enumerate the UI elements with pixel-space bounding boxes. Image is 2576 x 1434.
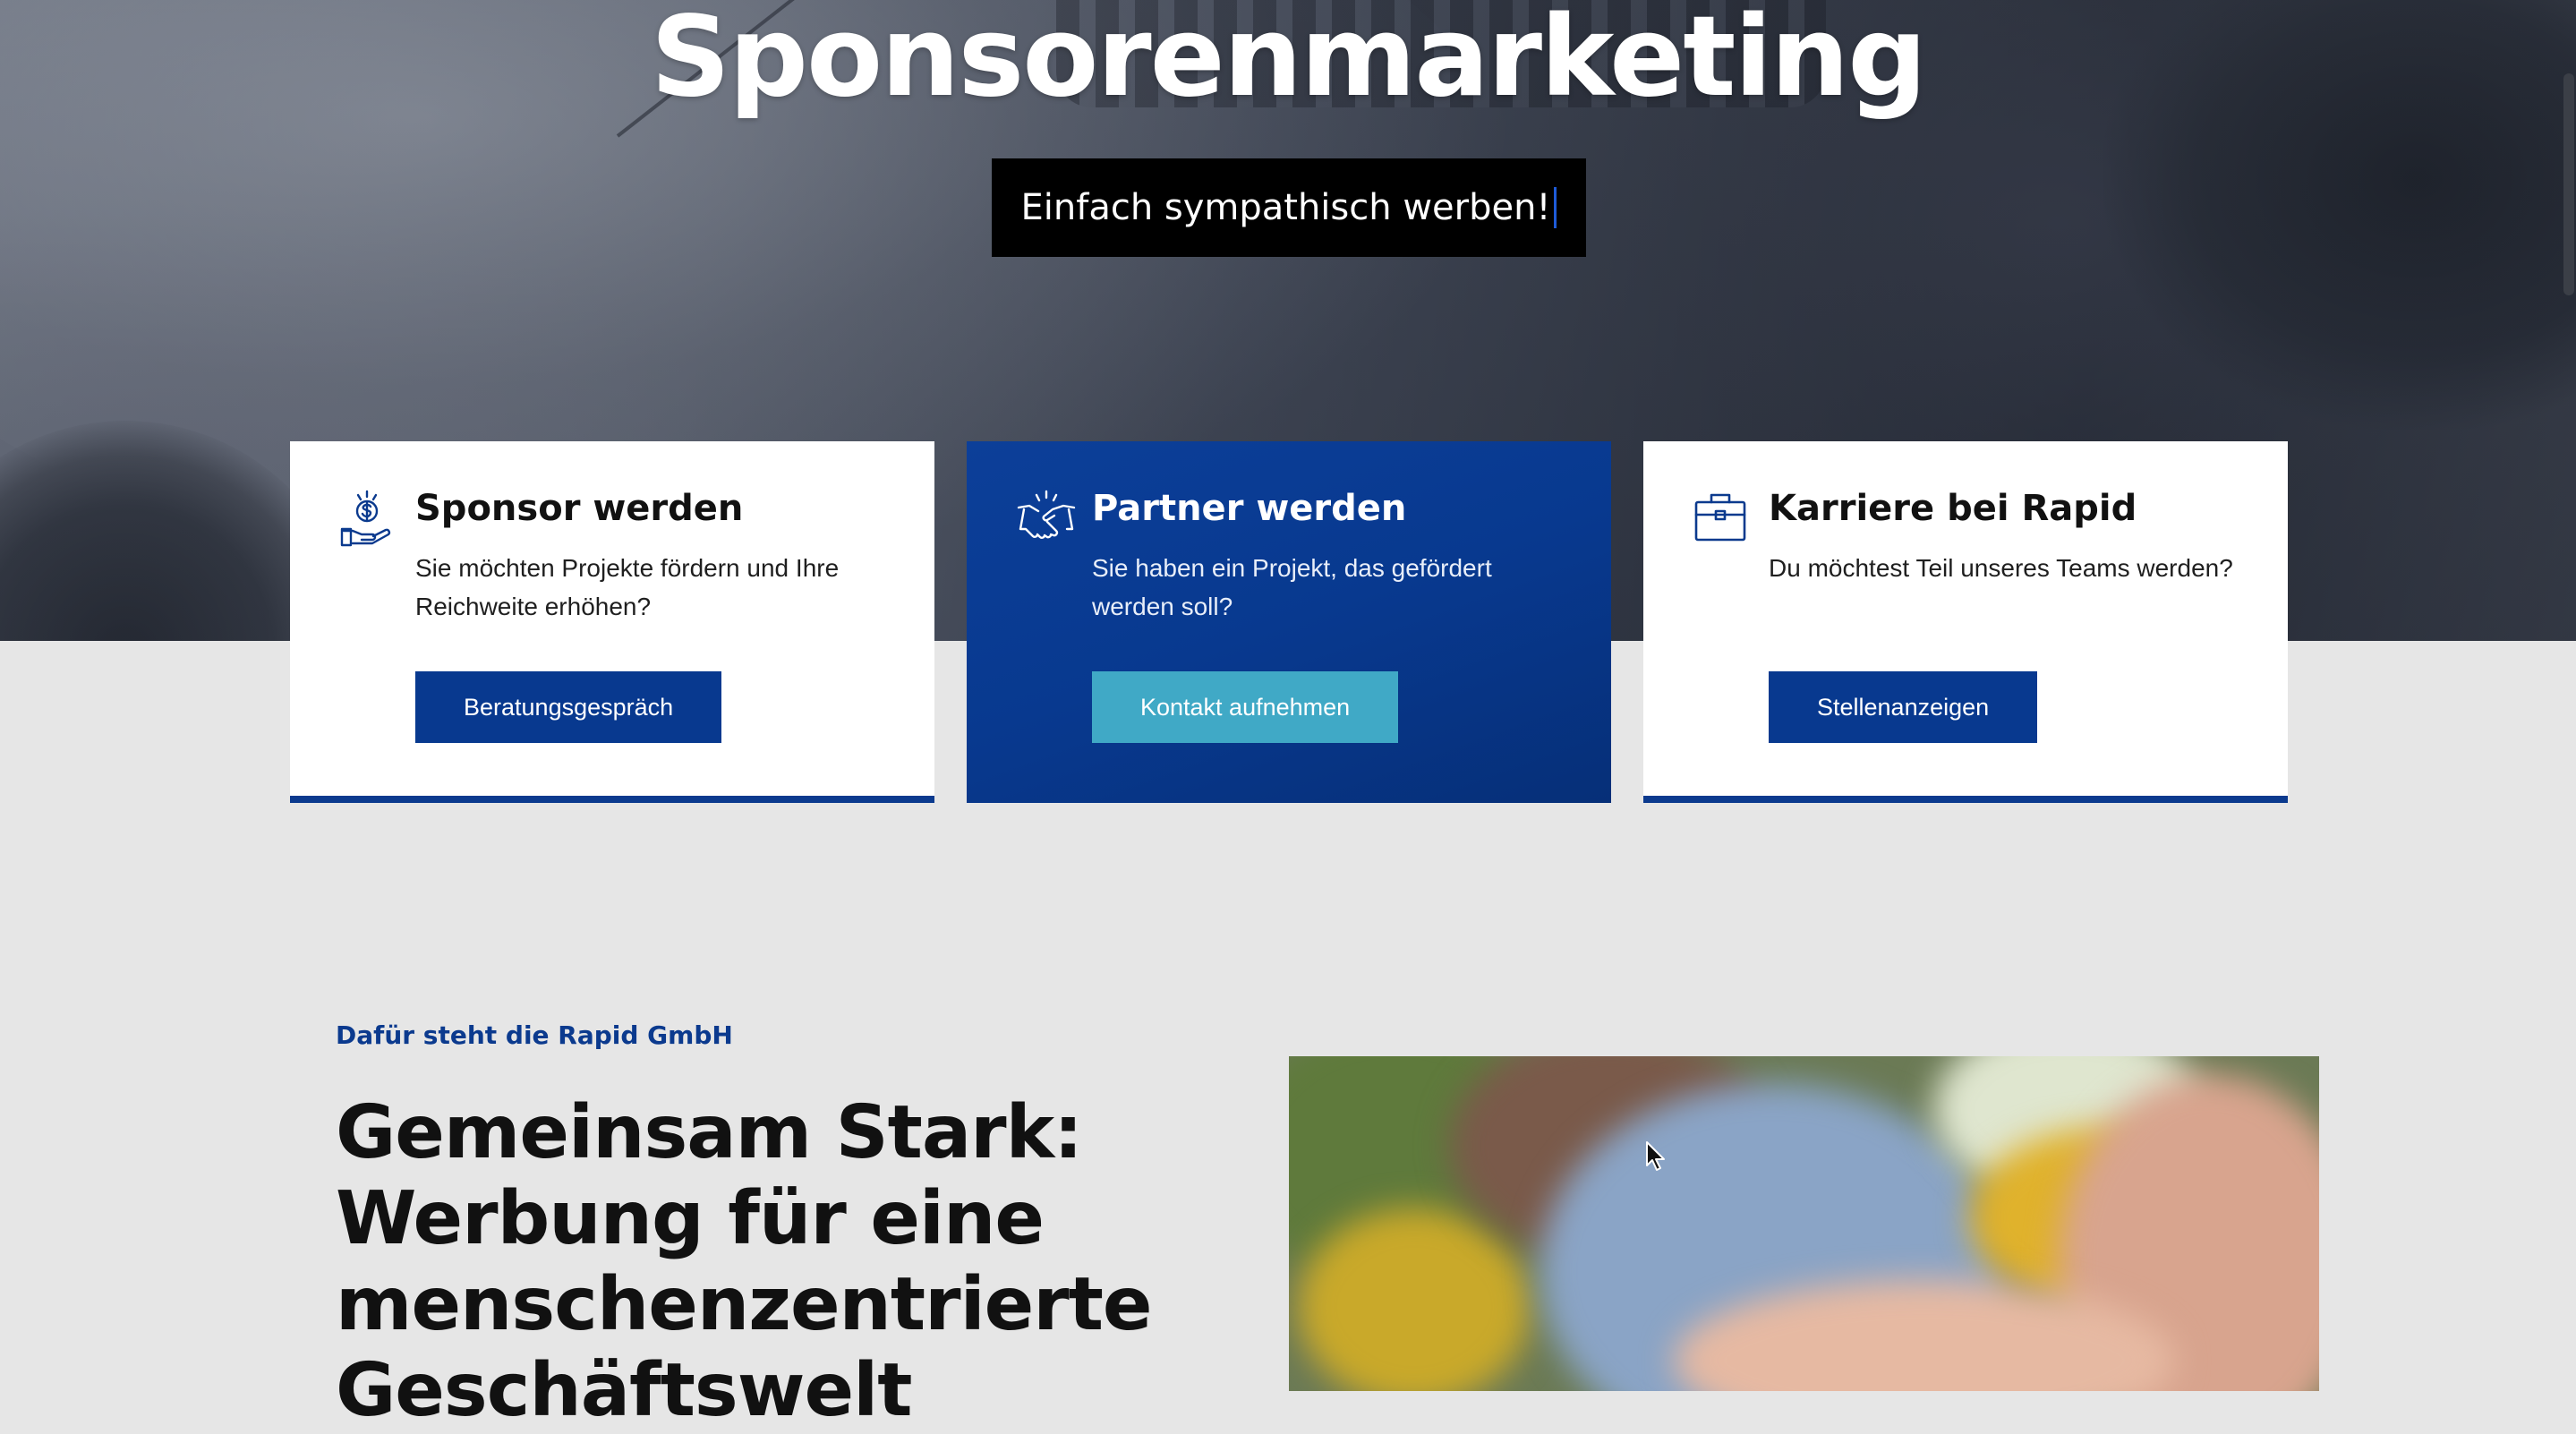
- card-text: Sie haben ein Projekt, das gefördert wer…: [1092, 554, 1492, 620]
- card-title: Karriere bei Rapid: [1769, 488, 2137, 529]
- hero-title: Sponsorenmarketing: [650, 0, 1927, 122]
- handshake-icon: [1017, 490, 1076, 539]
- beratungsgespraech-button[interactable]: Beratungsgespräch: [415, 671, 722, 743]
- card-sponsor: Sponsor werden Sie möchten Projekte förd…: [290, 441, 934, 803]
- hero-tagline-text: Einfach sympathisch werben!: [1020, 187, 1551, 228]
- card-text: Du möchtest Teil unseres Teams werden?: [1769, 554, 2233, 582]
- section-heading: Gemeinsam Stark: Werbung für eine mensch…: [336, 1090, 1153, 1433]
- kontakt-aufnehmen-button[interactable]: Kontakt aufnehmen: [1092, 671, 1399, 743]
- card-partner: Partner werden Sie haben ein Projekt, da…: [967, 441, 1611, 803]
- section-eyebrow: Dafür steht die Rapid GmbH: [336, 1020, 733, 1050]
- hero-tagline-box: Einfach sympathisch werben!: [992, 158, 1586, 257]
- card-karriere: Karriere bei Rapid Du möchtest Teil unse…: [1643, 441, 2288, 803]
- mouse-cursor-icon: [1646, 1141, 1665, 1171]
- about-photo: [1289, 1056, 2319, 1391]
- card-text: Sie möchten Projekte fördern und Ihre Re…: [415, 554, 840, 620]
- stellenanzeigen-button[interactable]: Stellenanzeigen: [1769, 671, 2038, 743]
- briefcase-icon: [1694, 493, 1746, 542]
- card-title: Sponsor werden: [415, 488, 744, 529]
- card-title: Partner werden: [1092, 488, 1407, 529]
- typing-caret: [1554, 187, 1557, 228]
- hand-money-icon: [340, 490, 391, 547]
- scrollbar-thumb[interactable]: [2563, 73, 2574, 295]
